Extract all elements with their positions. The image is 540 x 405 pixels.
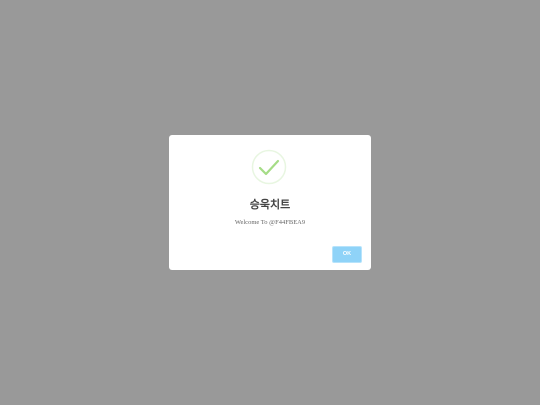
ok-button[interactable]: OK (332, 246, 362, 263)
dialog-title: 승욱치트 (249, 198, 291, 211)
modal-overlay: 승욱치트 Welcome To @F44FBEA9 OK (0, 0, 540, 405)
success-dialog: 승욱치트 Welcome To @F44FBEA9 OK (169, 135, 371, 270)
dialog-message: Welcome To @F44FBEA9 (234, 219, 306, 226)
success-checkmark-icon (251, 149, 287, 185)
